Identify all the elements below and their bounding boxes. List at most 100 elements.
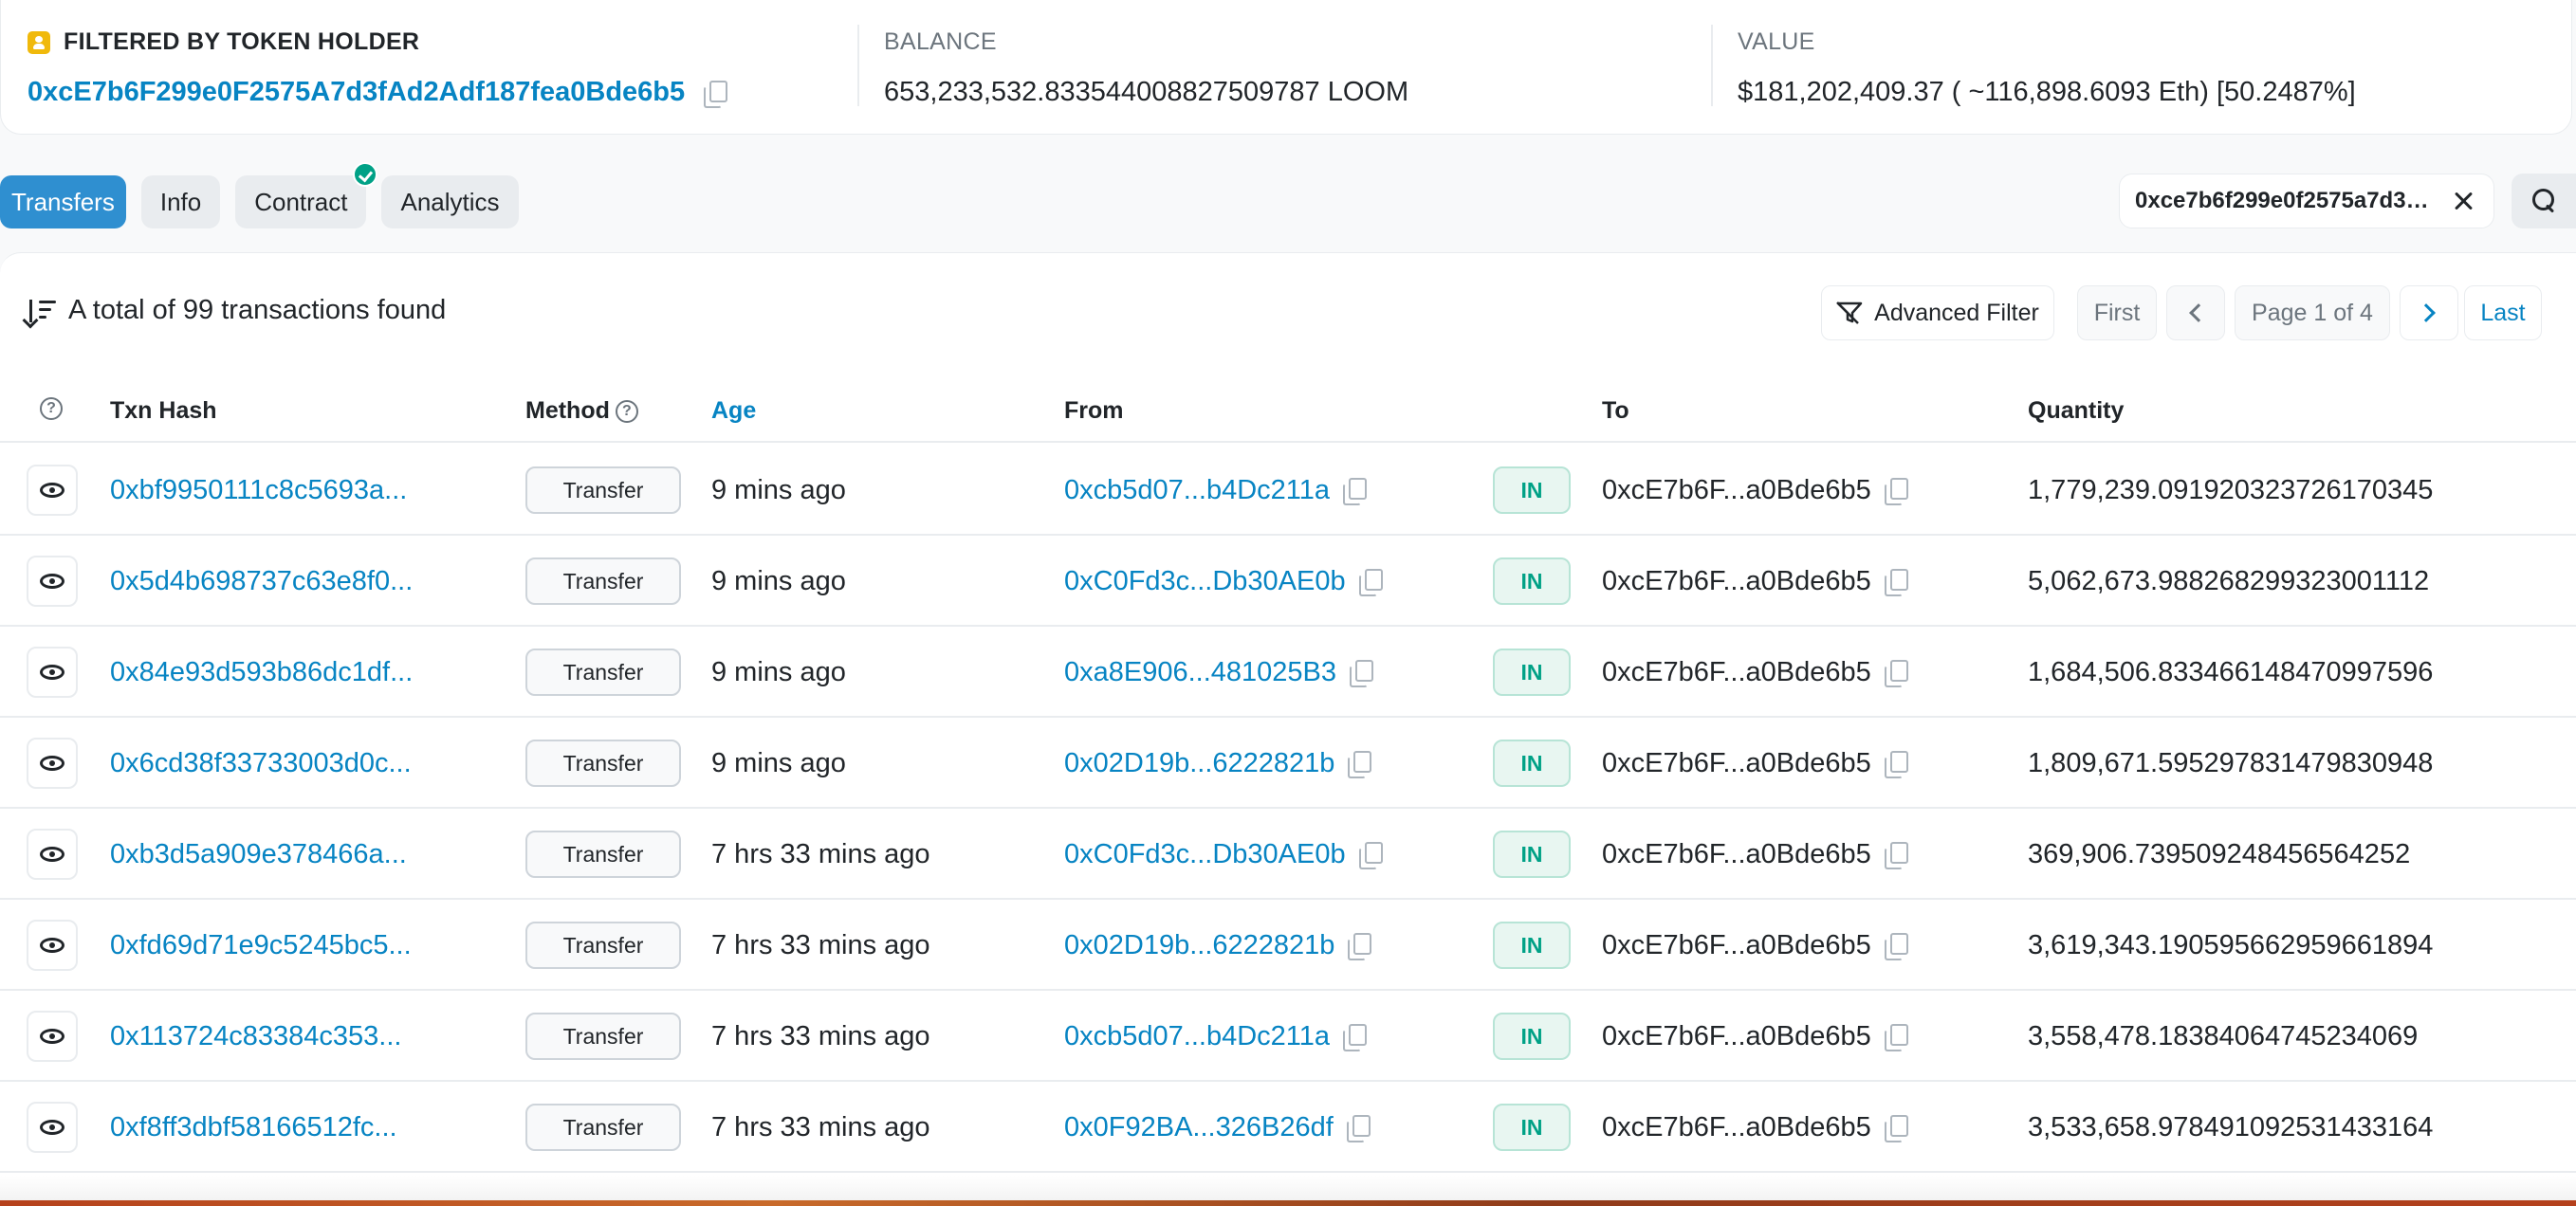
pager-first-button[interactable]: First — [2077, 285, 2157, 340]
table-header: ? Txn Hash Method ? Age From To Quantity — [0, 378, 2576, 443]
verified-check-icon — [353, 162, 378, 187]
direction-badge: IN — [1493, 740, 1571, 787]
view-details-button[interactable] — [27, 829, 78, 880]
header-from: From — [1064, 397, 1124, 424]
direction-cell: IN — [1493, 900, 1571, 991]
value-value: $181,202,409.37 ( ~116,898.6093 Eth) [50… — [1738, 77, 2356, 107]
view-details-button[interactable] — [27, 465, 78, 516]
copy-icon[interactable] — [1343, 1024, 1368, 1051]
copy-icon[interactable] — [1884, 842, 1908, 869]
view-details-button[interactable] — [27, 738, 78, 789]
chevron-right-icon — [2417, 303, 2436, 322]
sort-descending-icon[interactable] — [27, 298, 57, 324]
txn-hash-link[interactable]: 0x5d4b698737c63e8f0... — [110, 536, 413, 627]
quantity-cell: 3,533,658.978491092531433164 — [2028, 1111, 2434, 1142]
to-address: 0xcE7b6F...a0Bde6b5 — [1602, 1020, 1871, 1051]
header-age[interactable]: Age — [711, 397, 756, 425]
copy-icon[interactable] — [1884, 660, 1908, 687]
from-address-link[interactable]: 0xcb5d07...b4Dc211a — [1064, 1021, 1330, 1052]
txn-hash-link[interactable]: 0x113724c83384c353... — [110, 991, 401, 1082]
from-address-link[interactable]: 0xC0Fd3c...Db30AE0b — [1064, 566, 1346, 597]
eye-icon — [40, 1029, 64, 1044]
balance-value: 653,233,532.833544008827509787 LOOM — [884, 77, 1409, 107]
tab-transfers-label: Transfers — [11, 187, 115, 216]
copy-icon[interactable] — [704, 80, 728, 108]
from-cell: 0xa8E906...481025B3 — [1064, 627, 1374, 718]
txn-hash-link[interactable]: 0xbf9950111c8c5693a... — [110, 445, 407, 536]
pager-last-button[interactable]: Last — [2464, 285, 2542, 340]
to-address: 0xcE7b6F...a0Bde6b5 — [1602, 929, 1871, 960]
transaction-count: A total of 99 transactions found — [27, 295, 446, 326]
copy-icon[interactable] — [1348, 933, 1372, 960]
tab-analytics[interactable]: Analytics — [381, 175, 519, 228]
from-address-link[interactable]: 0xa8E906...481025B3 — [1064, 657, 1336, 688]
copy-icon[interactable] — [1884, 478, 1908, 505]
view-details-button[interactable] — [27, 1011, 78, 1062]
to-cell: 0xcE7b6F...a0Bde6b5 — [1602, 900, 1908, 991]
header-method-label: Method — [525, 397, 610, 424]
from-address-link[interactable]: 0x02D19b...6222821b — [1064, 930, 1334, 961]
advanced-filter-label: Advanced Filter — [1874, 299, 2039, 326]
direction-badge: IN — [1493, 831, 1571, 878]
copy-icon[interactable] — [1350, 660, 1374, 687]
view-details-button[interactable] — [27, 920, 78, 971]
from-address-link[interactable]: 0xcb5d07...b4Dc211a — [1064, 475, 1330, 506]
pager-last-label: Last — [2480, 299, 2526, 326]
method-badge: Transfer — [525, 740, 681, 787]
close-icon[interactable] — [2452, 190, 2475, 212]
user-badge-icon — [28, 30, 50, 54]
holder-address-link[interactable]: 0xcE7b6F299e0F2575A7d3fAd2Adf187fea0Bde6… — [28, 77, 685, 108]
direction-badge: IN — [1493, 1013, 1571, 1060]
from-cell: 0x0F92BA...326B26df — [1064, 1082, 1371, 1173]
copy-icon[interactable] — [1884, 1115, 1908, 1142]
age-cell: 9 mins ago — [711, 747, 846, 778]
tab-contract[interactable]: Contract — [235, 162, 378, 228]
pager-next-button[interactable] — [2400, 285, 2458, 340]
method-cell: Transfer — [525, 900, 681, 991]
to-address: 0xcE7b6F...a0Bde6b5 — [1602, 747, 1871, 778]
copy-icon[interactable] — [1343, 478, 1368, 505]
tab-transfers[interactable]: Transfers — [0, 175, 126, 228]
copy-icon[interactable] — [1358, 569, 1383, 596]
eye-icon — [40, 483, 64, 498]
holder-section: FILTERED BY TOKEN HOLDER 0xcE7b6F299e0F2… — [1, 0, 857, 134]
question-circle-icon[interactable]: ? — [40, 397, 63, 420]
from-address-link[interactable]: 0x0F92BA...326B26df — [1064, 1112, 1334, 1143]
quantity-cell: 1,809,671.595297831479830948 — [2028, 747, 2434, 778]
method-badge: Transfer — [525, 922, 681, 969]
holder-label: FILTERED BY TOKEN HOLDER — [64, 28, 420, 55]
txn-hash-link[interactable]: 0xb3d5a909e378466a... — [110, 809, 407, 900]
copy-icon[interactable] — [1884, 569, 1908, 596]
search-button[interactable] — [2512, 174, 2576, 228]
question-circle-icon[interactable]: ? — [615, 399, 638, 423]
from-address-link[interactable]: 0x02D19b...6222821b — [1064, 748, 1334, 779]
tab-info[interactable]: Info — [140, 175, 221, 228]
copy-icon[interactable] — [1884, 933, 1908, 960]
to-cell: 0xcE7b6F...a0Bde6b5 — [1602, 445, 1908, 536]
txn-hash-link[interactable]: 0xf8ff3dbf58166512fc... — [110, 1082, 397, 1173]
balance-section: BALANCE 653,233,532.833544008827509787 L… — [857, 25, 1711, 107]
direction-cell: IN — [1493, 1082, 1571, 1173]
to-address: 0xcE7b6F...a0Bde6b5 — [1602, 838, 1871, 869]
copy-icon[interactable] — [1884, 1024, 1908, 1051]
copy-icon[interactable] — [1884, 751, 1908, 778]
table-row: 0x113724c83384c353... Transfer 7 hrs 33 … — [0, 991, 2576, 1082]
txn-hash-link[interactable]: 0x6cd38f33733003d0c... — [110, 718, 412, 809]
age-cell: 9 mins ago — [711, 565, 846, 596]
age-cell: 9 mins ago — [711, 474, 846, 505]
table-row: 0xf8ff3dbf58166512fc... Transfer 7 hrs 3… — [0, 1082, 2576, 1173]
copy-icon[interactable] — [1346, 1115, 1371, 1142]
view-details-button[interactable] — [27, 1102, 78, 1153]
advanced-filter-button[interactable]: Advanced Filter — [1821, 285, 2054, 340]
txn-hash-link[interactable]: 0x84e93d593b86dc1df... — [110, 627, 413, 718]
age-cell: 9 mins ago — [711, 656, 846, 687]
copy-icon[interactable] — [1348, 751, 1372, 778]
copy-icon[interactable] — [1358, 842, 1383, 869]
from-address-link[interactable]: 0xC0Fd3c...Db30AE0b — [1064, 839, 1346, 870]
view-details-button[interactable] — [27, 556, 78, 607]
view-details-button[interactable] — [27, 647, 78, 698]
txn-hash-link[interactable]: 0xfd69d71e9c5245bc5... — [110, 900, 412, 991]
method-badge: Transfer — [525, 831, 681, 878]
pager-prev-button[interactable] — [2166, 285, 2225, 340]
age-cell: 7 hrs 33 mins ago — [711, 1020, 930, 1051]
